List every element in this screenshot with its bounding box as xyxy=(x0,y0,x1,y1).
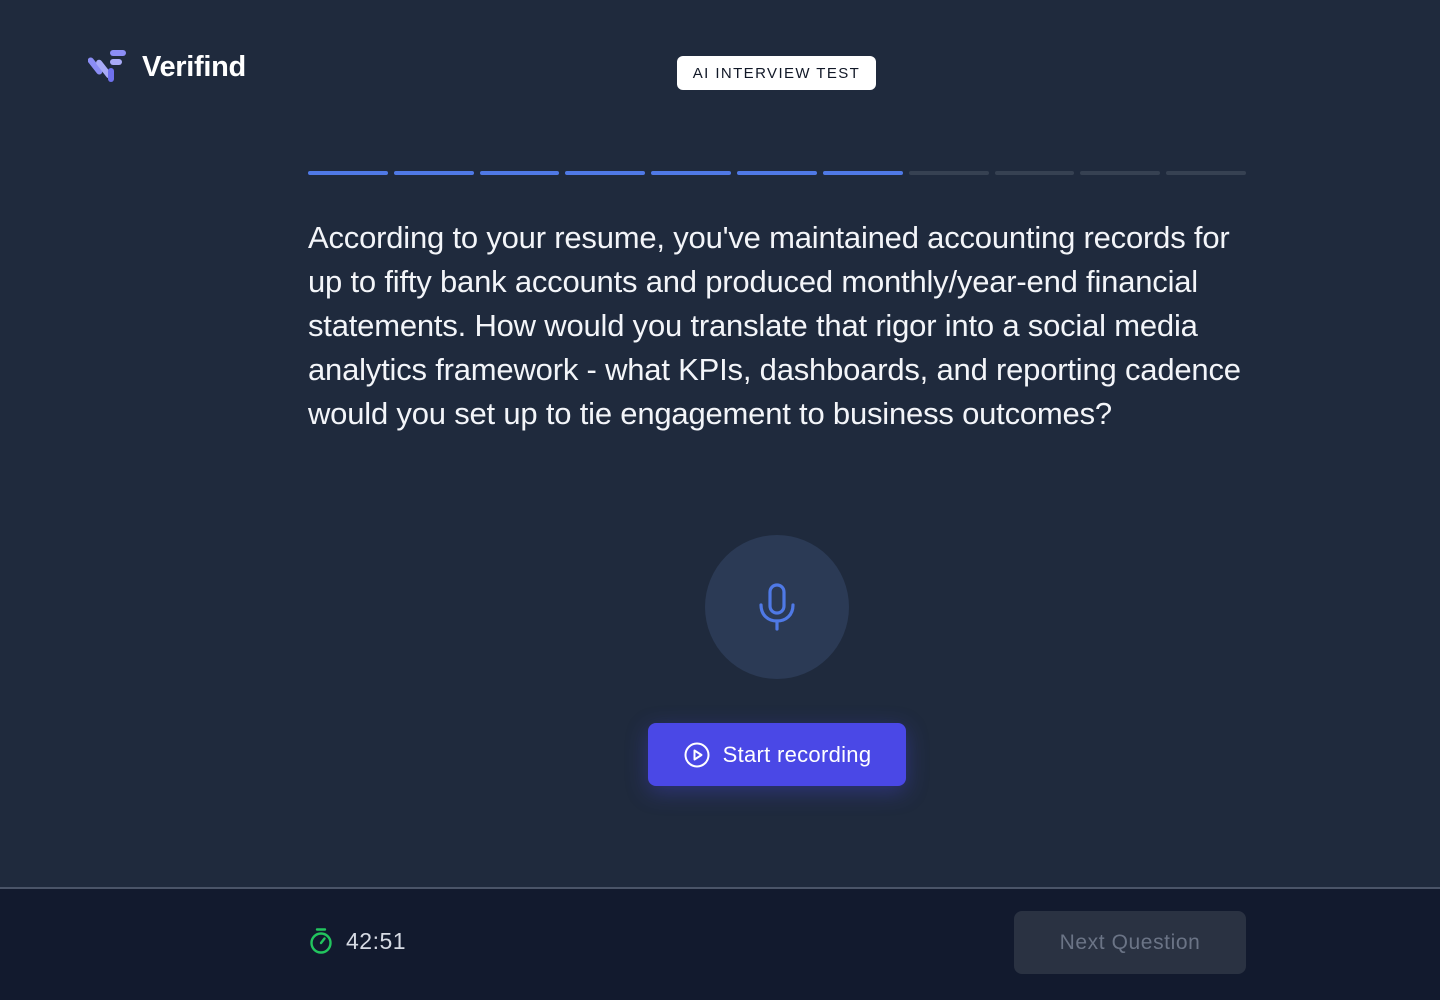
brand-name: Verifind xyxy=(142,50,246,83)
question-text: According to your resume, you've maintai… xyxy=(308,220,1241,431)
progress-segment xyxy=(1080,171,1161,175)
interview-page: Verifind AI INTERVIEW TEST According to … xyxy=(0,0,1440,1000)
progress-segment xyxy=(737,171,817,175)
microphone-icon xyxy=(759,583,795,631)
progress-segment xyxy=(822,171,903,175)
question-progress-bar xyxy=(308,171,1246,175)
progress-segment xyxy=(1166,171,1246,175)
progress-segment xyxy=(651,171,732,175)
start-recording-label: Start recording xyxy=(722,741,872,767)
start-recording-button[interactable]: Start recording xyxy=(648,723,906,786)
test-type-badge: AI INTERVIEW TEST xyxy=(677,56,876,90)
countdown-timer: 42:51 xyxy=(308,927,406,955)
footer-bar: 42:51 Next Question xyxy=(0,887,1440,1000)
progress-segment xyxy=(908,171,989,175)
brand-logo[interactable]: Verifind xyxy=(88,46,246,88)
verifind-logo-icon xyxy=(88,50,126,82)
progress-segment xyxy=(308,171,388,175)
progress-segment xyxy=(479,171,560,175)
progress-segment xyxy=(565,171,646,175)
next-question-button[interactable]: Next Question xyxy=(1014,911,1246,974)
microphone-indicator xyxy=(705,535,849,679)
play-circle-icon xyxy=(684,742,710,767)
timer-value: 42:51 xyxy=(346,927,407,954)
progress-segment xyxy=(393,171,474,175)
progress-segment xyxy=(994,171,1075,175)
stopwatch-icon xyxy=(310,928,332,954)
